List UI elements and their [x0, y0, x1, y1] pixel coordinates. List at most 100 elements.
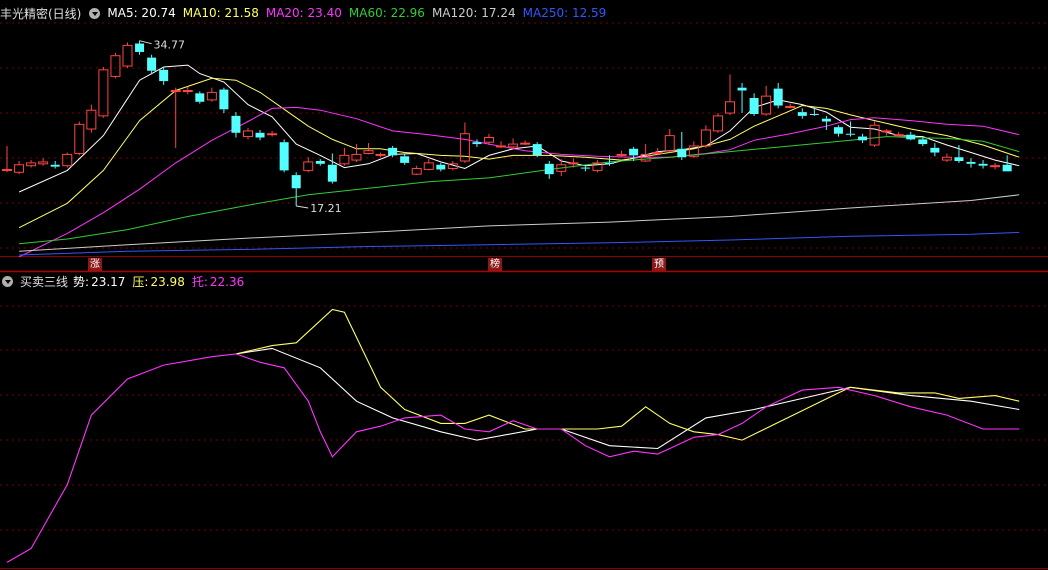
candle	[400, 154, 410, 165]
forecast-tag[interactable]: 预	[652, 258, 666, 271]
candle	[725, 74, 735, 115]
candle	[773, 82, 783, 109]
candle-body	[1002, 164, 1012, 172]
candle	[243, 128, 253, 140]
candle	[195, 91, 205, 104]
limit-up-tag[interactable]: 涨	[88, 258, 102, 271]
candle-body	[846, 133, 855, 135]
candle-body	[423, 162, 434, 170]
candle	[544, 161, 554, 179]
candle	[797, 108, 807, 119]
candle-body	[14, 164, 25, 173]
candle	[159, 67, 169, 85]
candle	[532, 142, 542, 158]
candle-body	[436, 164, 446, 170]
chevron-down-icon[interactable]	[89, 7, 101, 19]
candle	[315, 159, 325, 166]
candle	[279, 139, 289, 173]
candle	[906, 131, 916, 141]
candle-body	[315, 161, 325, 164]
candle-body	[677, 148, 687, 158]
candle-body	[629, 148, 639, 156]
candle-body	[954, 157, 964, 161]
indicator-title: 买卖三线	[20, 274, 69, 289]
candle	[677, 131, 687, 161]
candle	[339, 147, 350, 166]
candle	[833, 125, 843, 137]
candle	[206, 87, 217, 102]
candle-body	[38, 161, 49, 165]
candle	[14, 161, 25, 175]
candle-body	[664, 135, 675, 152]
ma-legend-item: MA250: 12.59	[522, 6, 607, 20]
high-price-label: 34.77	[154, 39, 186, 52]
candle-body	[544, 163, 554, 175]
candle	[761, 85, 772, 116]
candle	[291, 172, 301, 207]
candle-body	[135, 43, 145, 52]
candle	[351, 144, 362, 162]
candle-body	[773, 88, 783, 106]
candle	[472, 139, 482, 147]
candle	[749, 93, 759, 116]
candle	[664, 129, 675, 153]
candle-body	[508, 143, 519, 148]
candle	[2, 145, 12, 173]
candle	[990, 162, 1001, 170]
candle-body	[785, 105, 796, 108]
ma-legend-item: MA60: 22.96	[348, 6, 425, 20]
candle	[86, 104, 97, 133]
candle	[74, 121, 85, 156]
indicator-legend-item: 托: 22.36	[192, 275, 244, 289]
candle-body	[484, 137, 494, 143]
candle-body	[918, 139, 928, 145]
candle	[267, 130, 278, 137]
candle-body	[809, 114, 819, 115]
indicator-value: 23.98	[150, 274, 185, 289]
candle	[135, 40, 145, 55]
candle-body	[737, 87, 747, 91]
candle-body	[303, 161, 314, 171]
candle-body	[520, 142, 531, 145]
indicator-lines	[6, 308, 1020, 563]
candle-body	[496, 145, 507, 148]
candle	[881, 129, 892, 136]
candle	[785, 103, 796, 109]
indicator-line	[235, 308, 1020, 441]
ma-line-ma10	[18, 77, 1020, 229]
candle-body	[821, 118, 831, 122]
indicator-legend-item: 势: 23.17	[73, 275, 125, 289]
candle-body	[712, 115, 723, 132]
indicator-line	[6, 353, 1020, 563]
candle-body	[182, 90, 193, 92]
candle	[809, 107, 819, 116]
candle-body	[869, 124, 880, 146]
candle-body	[605, 162, 614, 164]
candle-body	[990, 165, 1001, 168]
candle	[869, 121, 880, 147]
indicator-legend-item: 压: 23.98	[132, 275, 184, 289]
candle-body	[62, 153, 73, 167]
candle	[170, 87, 181, 148]
candle-body	[966, 161, 976, 164]
main-panel-header: 丰光精密(日线) MA5: 20.74 MA10: 21.58 MA20: 23.4…	[0, 4, 613, 22]
sub-panel-header: 买卖三线 势: 23.17 压: 23.98 托: 22.36	[0, 272, 251, 290]
candle	[737, 82, 747, 114]
candle-body	[858, 136, 868, 141]
ranking-tag[interactable]: 榜	[488, 258, 502, 271]
chevron-down-icon[interactable]	[2, 275, 13, 287]
candle-body	[388, 147, 398, 156]
candle	[110, 52, 121, 79]
candle-body	[219, 89, 229, 110]
candle	[918, 137, 928, 146]
candle	[26, 160, 37, 168]
ma-line-ma20	[18, 106, 1020, 258]
candle-body	[98, 69, 109, 117]
candle-body	[833, 127, 843, 134]
ma-legend-item: MA10: 21.58	[182, 6, 259, 20]
indicator-value: 23.17	[91, 274, 126, 289]
candle	[255, 129, 265, 141]
candle-body	[2, 168, 12, 171]
candle	[423, 159, 434, 171]
candle-body	[568, 162, 579, 165]
